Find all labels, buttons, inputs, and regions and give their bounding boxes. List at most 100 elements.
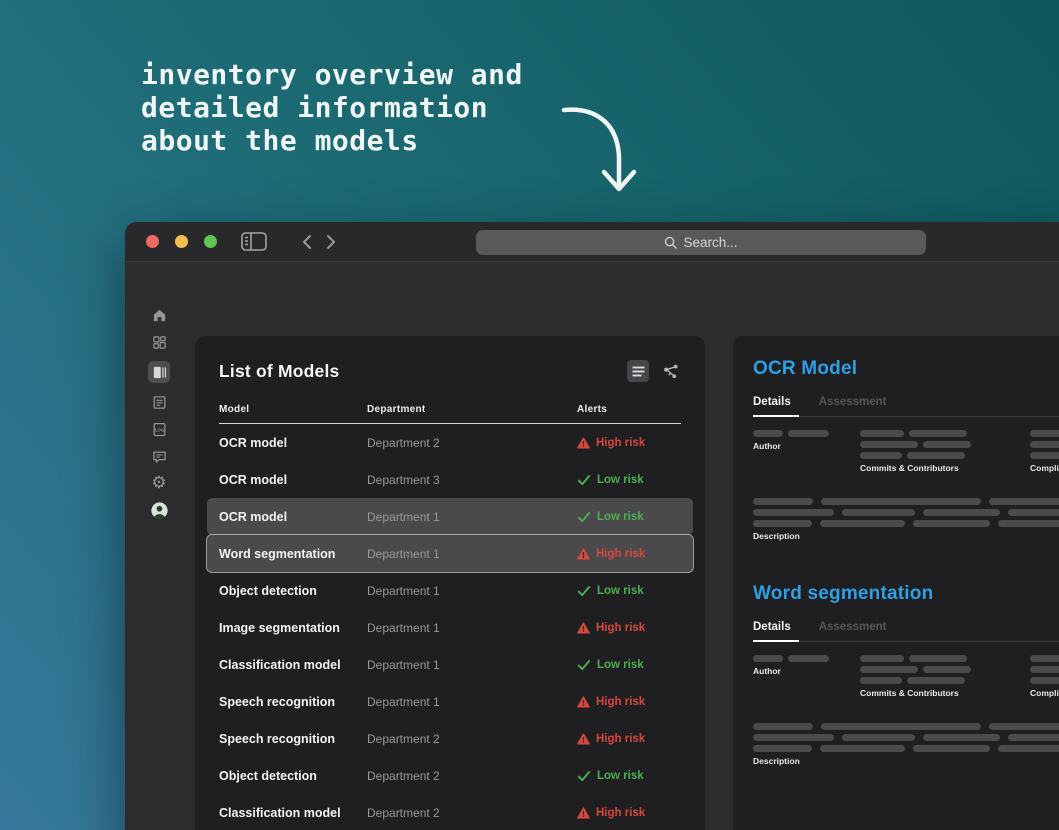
alert-label: High risk <box>596 695 646 708</box>
detail-tabs: Details Assessment <box>753 396 1059 408</box>
warning-icon <box>577 436 590 449</box>
check-icon <box>577 474 591 485</box>
document-icon[interactable] <box>148 394 170 410</box>
table-row[interactable]: OCR model Department 1 Low risk <box>207 498 693 535</box>
skeleton-bar <box>860 441 918 448</box>
table-row[interactable]: Word segmentation Department 1 High risk <box>207 535 693 572</box>
view-toggle <box>627 360 681 382</box>
alert-cell: High risk <box>577 733 681 745</box>
alert-cell: Low risk <box>577 770 681 782</box>
warning-icon <box>577 621 590 634</box>
toggle-sidebar-icon[interactable] <box>241 232 267 251</box>
annotation-text: inventory overview and detailed informat… <box>141 58 523 157</box>
warning-icon <box>577 695 590 708</box>
author-label: Author <box>753 441 781 451</box>
sidebar-rail: LOG ⚙ <box>125 263 193 830</box>
search-placeholder: Search... <box>683 235 738 250</box>
home-icon[interactable] <box>148 307 170 323</box>
table-row[interactable]: Speech recognition Department 1 High ris… <box>207 683 693 720</box>
model-detail-section: OCR Model Details Assessment Author Comm… <box>753 358 1059 541</box>
minimize-window-button[interactable] <box>175 235 188 248</box>
skeleton-bar <box>753 655 783 662</box>
close-window-button[interactable] <box>146 235 159 248</box>
table-header: Model Department Alerts <box>219 404 681 415</box>
column-alerts: Alerts <box>577 404 608 415</box>
model-detail-title: OCR Model <box>753 358 858 379</box>
alert-label: Low risk <box>597 658 644 671</box>
skeleton-bar <box>998 520 1059 527</box>
detail-tabs: Details Assessment <box>753 621 1059 633</box>
curved-arrow <box>561 107 637 192</box>
zoom-window-button[interactable] <box>204 235 217 248</box>
forward-button[interactable] <box>326 234 337 250</box>
table-row[interactable]: Image segmentation Department 1 High ris… <box>207 609 693 646</box>
alert-label: High risk <box>596 436 646 449</box>
compliance-label: Compliance <box>1030 688 1059 698</box>
model-name: Classification model <box>219 805 341 820</box>
graph-view-icon[interactable] <box>659 360 681 382</box>
table-body: OCR model Department 2 High risk OCR mod… <box>207 424 693 830</box>
alert-label: High risk <box>596 547 646 560</box>
active-tab-underline <box>753 640 799 642</box>
table-row[interactable]: OCR model Department 3 Low risk <box>207 461 693 498</box>
skeleton-bar <box>923 666 971 673</box>
tab-details[interactable]: Details <box>753 621 791 633</box>
table-row[interactable]: Classification model Department 2 High r… <box>207 794 693 830</box>
skeleton-bar <box>753 723 813 730</box>
author-field: Author <box>753 430 829 451</box>
table-row[interactable]: Speech recognition Department 2 High ris… <box>207 720 693 757</box>
model-name: Object detection <box>219 768 317 783</box>
alert-label: Low risk <box>597 473 644 486</box>
skeleton-bar <box>1008 734 1059 741</box>
inventory-icon[interactable] <box>148 361 170 383</box>
compliance-label: Compliance <box>1030 463 1059 473</box>
skeleton-bar <box>860 677 902 684</box>
warning-icon <box>577 547 590 560</box>
skeleton-bar <box>1030 677 1059 684</box>
department: Department 2 <box>367 731 440 746</box>
model-name: OCR model <box>219 509 288 524</box>
search-input[interactable]: Search... <box>476 230 926 255</box>
skeleton-bar <box>923 509 1000 516</box>
skeleton-bar <box>989 723 1059 730</box>
description-label: Description <box>753 756 800 766</box>
skeleton-bar <box>753 509 834 516</box>
list-view-icon[interactable] <box>627 360 649 382</box>
check-icon <box>577 770 591 781</box>
skeleton-bar <box>1008 509 1059 516</box>
tab-assessment[interactable]: Assessment <box>819 396 887 408</box>
skeleton-bar <box>860 666 918 673</box>
log-icon[interactable]: LOG <box>148 421 170 437</box>
description-field: Description <box>753 723 1059 766</box>
chat-icon[interactable] <box>148 448 170 464</box>
alert-cell: High risk <box>577 548 681 560</box>
alert-cell: Low risk <box>577 585 681 597</box>
author-label: Author <box>753 666 781 676</box>
commits-contributors-field: Commits & Contributors <box>860 430 971 473</box>
department: Department 1 <box>367 583 440 598</box>
skeleton-bar <box>753 745 812 752</box>
alert-label: Low risk <box>597 510 644 523</box>
table-row[interactable]: Object detection Department 2 Low risk <box>207 757 693 794</box>
tab-details[interactable]: Details <box>753 396 791 408</box>
settings-gear-icon[interactable]: ⚙ <box>148 475 170 492</box>
list-of-models-panel: List of Models Model Department Alerts O… <box>195 336 705 830</box>
back-button[interactable] <box>301 234 312 250</box>
table-row[interactable]: OCR model Department 2 High risk <box>207 424 693 461</box>
department: Department 2 <box>367 435 440 450</box>
skeleton-bar <box>860 655 904 662</box>
tab-assessment[interactable]: Assessment <box>819 621 887 633</box>
skeleton-bar <box>1030 655 1059 662</box>
window-content: LOG ⚙ List of Models Model Department Al… <box>125 263 1059 830</box>
alert-cell: Low risk <box>577 511 681 523</box>
model-name: Object detection <box>219 583 317 598</box>
svg-text:LOG: LOG <box>154 427 164 432</box>
table-row[interactable]: Object detection Department 1 Low risk <box>207 572 693 609</box>
app-window: Search... LOG ⚙ List of Models Model Dep… <box>125 222 1059 830</box>
commits-label: Commits & Contributors <box>860 463 959 473</box>
alert-label: Low risk <box>597 584 644 597</box>
table-row[interactable]: Classification model Department 1 Low ri… <box>207 646 693 683</box>
dashboard-icon[interactable] <box>148 334 170 350</box>
alert-cell: High risk <box>577 807 681 819</box>
user-avatar[interactable] <box>148 501 170 519</box>
